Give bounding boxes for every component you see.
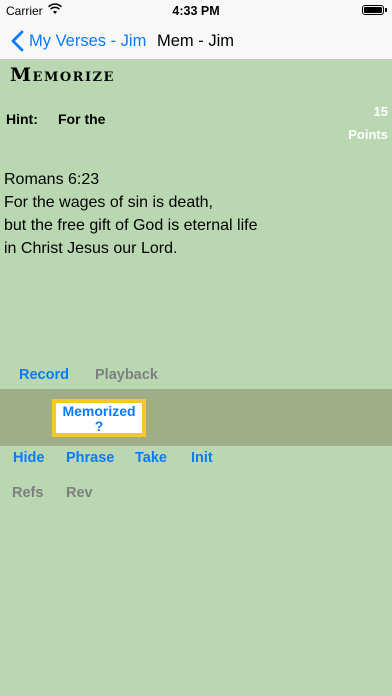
status-time: 4:33 PM bbox=[172, 4, 220, 18]
hint-label: Hint: bbox=[6, 111, 38, 127]
playback-button[interactable]: Playback bbox=[95, 367, 158, 383]
take-button[interactable]: Take bbox=[135, 450, 167, 466]
verse-line: For the wages of sin is death, bbox=[4, 194, 213, 211]
memorized-button-label: Memorized bbox=[62, 403, 136, 419]
points-label: Points bbox=[348, 127, 388, 142]
rev-button[interactable]: Rev bbox=[66, 485, 93, 501]
verse-text: Romans 6:23 For the wages of sin is deat… bbox=[4, 168, 257, 260]
refs-button[interactable]: Refs bbox=[12, 485, 43, 501]
verse-reference: Romans 6:23 bbox=[4, 171, 100, 188]
battery-icon bbox=[362, 5, 387, 15]
verse-line: but the free gift of God is eternal life bbox=[4, 217, 258, 234]
points-value: 15 bbox=[373, 104, 388, 119]
phrase-button[interactable]: Phrase bbox=[66, 450, 114, 466]
page-title: Memorize bbox=[10, 64, 115, 86]
nav-title: Mem - Jim bbox=[157, 32, 234, 50]
back-button-label: My Verses - Jim bbox=[29, 31, 147, 50]
back-button[interactable]: My Verses - Jim bbox=[10, 29, 146, 53]
memorized-button[interactable]: Memorized ? bbox=[52, 399, 146, 437]
status-bar: Carrier 4:33 PM bbox=[0, 0, 392, 22]
verse-line: in Christ Jesus our Lord. bbox=[4, 240, 178, 257]
memorized-button-question: ? bbox=[94, 418, 104, 434]
hint-text: For the bbox=[58, 111, 106, 127]
navigation-bar: My Verses - Jim Mem - Jim bbox=[0, 22, 392, 60]
init-button[interactable]: Init bbox=[191, 450, 213, 466]
record-button[interactable]: Record bbox=[19, 367, 69, 383]
hide-button[interactable]: Hide bbox=[13, 450, 44, 466]
chevron-left-icon bbox=[11, 30, 24, 52]
